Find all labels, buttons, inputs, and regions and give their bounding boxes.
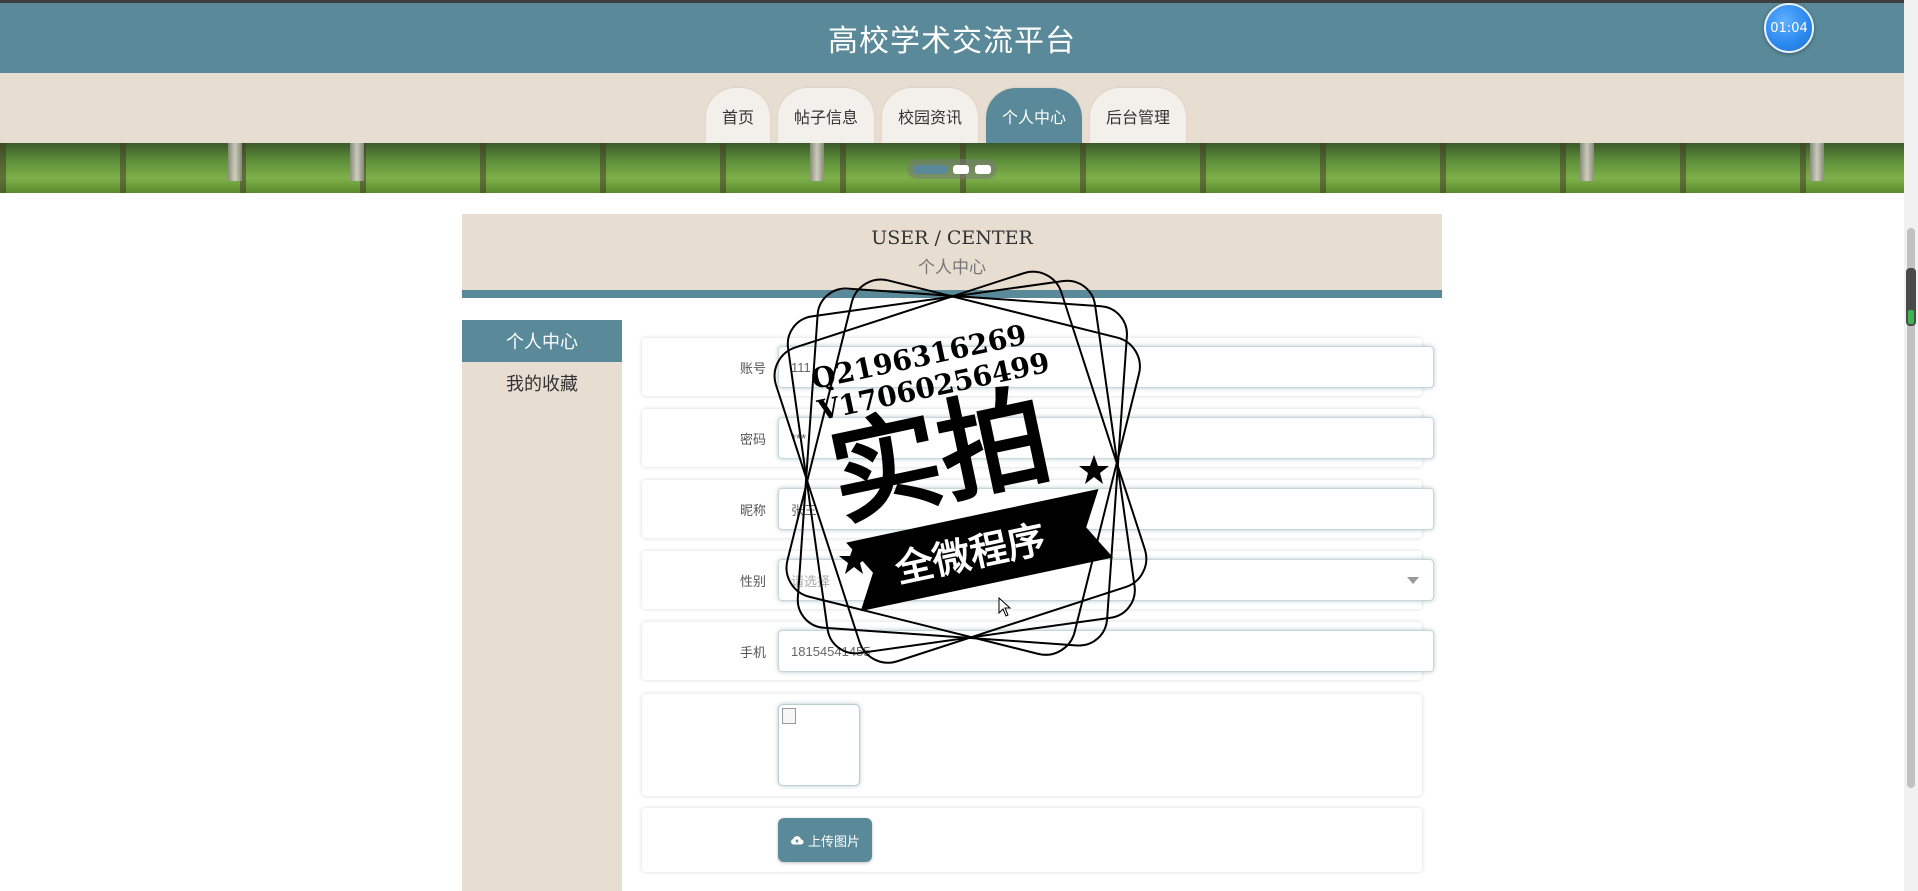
gender-label: 性别	[739, 575, 766, 590]
banner-tree-trunk	[1810, 143, 1824, 181]
gender-select[interactable]: 请选择	[778, 559, 1434, 601]
nav-tab-home[interactable]: 首页	[706, 88, 770, 143]
phone-value: 18154541455	[791, 643, 871, 659]
nickname-value: 张三	[791, 502, 818, 518]
banner-tree-trunk	[810, 143, 824, 181]
page-scrollbar[interactable]	[1904, 0, 1918, 891]
carousel-dot-1[interactable]	[913, 164, 947, 174]
timer-badge[interactable]: 01:04	[1764, 3, 1814, 53]
nickname-label: 昵称	[739, 504, 766, 519]
form-row-password: 密码 ***	[642, 409, 1434, 467]
nav-tab-admin[interactable]: 后台管理	[1090, 88, 1186, 143]
nav-tab-news[interactable]: 校园资讯	[882, 88, 978, 143]
account-label: 账号	[739, 362, 766, 377]
site-title: 高校学术交流平台	[828, 24, 1076, 59]
broken-image-icon	[782, 708, 796, 724]
section-title-cn: 个人中心	[918, 258, 986, 278]
form-row-upload: 上传图片	[642, 808, 1422, 872]
carousel-indicators	[907, 159, 997, 179]
sidebar-item-user-center[interactable]: 个人中心	[462, 320, 622, 362]
password-input[interactable]: ***	[778, 417, 1434, 459]
avatar-image	[778, 704, 860, 786]
section-title-en: USER / CENTER	[871, 227, 1033, 249]
carousel-dot-3[interactable]	[975, 164, 991, 174]
form-row-phone: 手机 18154541455	[642, 622, 1434, 680]
main-nav: 首页 帖子信息 校园资讯 个人中心 后台管理	[706, 88, 1186, 143]
banner-tree-trunk	[228, 143, 242, 181]
banner-tree-trunk	[1580, 143, 1594, 181]
upload-button-label: 上传图片	[807, 834, 860, 850]
chevron-down-icon	[1407, 577, 1419, 584]
sidebar: 个人中心 我的收藏	[462, 320, 622, 891]
profile-form: 账号 111 密码 *** 昵称 张三 性别 请选择 手机 1815454145…	[622, 320, 1442, 891]
password-value: ***	[791, 430, 807, 446]
nav-tab-posts[interactable]: 帖子信息	[778, 88, 874, 143]
upload-image-button[interactable]: 上传图片	[778, 818, 872, 862]
nickname-input[interactable]: 张三	[778, 488, 1434, 530]
carousel-dot-2[interactable]	[953, 164, 969, 174]
top-header: 高校学术交流平台	[0, 0, 1904, 73]
nav-tab-user-center[interactable]: 个人中心	[986, 88, 1082, 143]
sidebar-item-favorites[interactable]: 我的收藏	[462, 362, 622, 404]
account-value: 111	[791, 359, 811, 375]
scrollbar-marker-green	[1908, 310, 1914, 324]
form-row-gender: 性别 请选择	[642, 551, 1434, 609]
banner-tree-trunk	[350, 143, 364, 181]
form-row-avatar	[642, 694, 1422, 796]
phone-label: 手机	[739, 646, 766, 661]
form-row-nickname: 昵称 张三	[642, 480, 1434, 538]
cloud-upload-icon	[791, 836, 804, 845]
banner-carousel	[0, 143, 1904, 193]
form-row-account: 账号 111	[642, 338, 1434, 396]
phone-input[interactable]: 18154541455	[778, 630, 1434, 672]
password-label: 密码	[739, 433, 766, 448]
gender-placeholder: 请选择	[791, 573, 831, 589]
nav-bar: 首页 帖子信息 校园资讯 个人中心 后台管理	[0, 73, 1904, 143]
account-input[interactable]: 111	[778, 346, 1434, 388]
section-header: USER / CENTER 个人中心	[462, 214, 1442, 298]
